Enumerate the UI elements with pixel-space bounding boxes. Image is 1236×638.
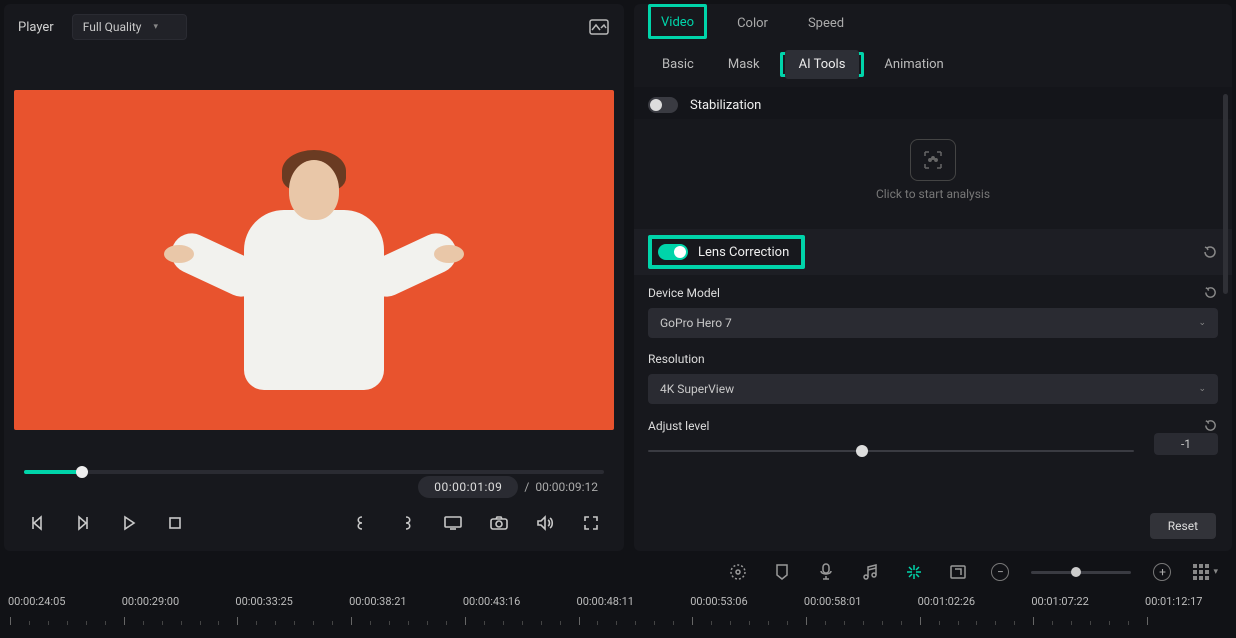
- ruler-time-label: 00:01:07:22: [1031, 595, 1088, 608]
- analysis-hint: Click to start analysis: [634, 187, 1232, 201]
- microphone-icon[interactable]: [815, 561, 837, 583]
- chevron-down-icon: ⌄: [1198, 318, 1206, 328]
- ruler-time-label: 00:00:33:25: [235, 595, 292, 608]
- display-icon[interactable]: [442, 512, 464, 534]
- adjust-reset-icon[interactable]: [1203, 418, 1218, 433]
- render-icon[interactable]: [903, 561, 925, 583]
- prev-frame-button[interactable]: [26, 512, 48, 534]
- camera-icon[interactable]: [488, 512, 510, 534]
- preview-figure: [174, 150, 454, 430]
- lens-correction-toggle[interactable]: [658, 244, 688, 260]
- adjust-level-value[interactable]: -1: [1154, 433, 1218, 455]
- reset-button[interactable]: Reset: [1150, 513, 1216, 539]
- player-controls: [4, 502, 624, 546]
- tab-mask[interactable]: Mask: [714, 50, 774, 79]
- grid-icon: [1193, 564, 1209, 580]
- ruler-time-label: 00:00:53:06: [690, 595, 747, 608]
- resolution-block: Resolution 4K SuperView ⌄: [634, 342, 1232, 408]
- tab-ai-tools[interactable]: AI Tools: [785, 50, 860, 79]
- ruler-time-label: 00:00:48:11: [577, 595, 634, 608]
- tab-speed[interactable]: Speed: [798, 4, 854, 41]
- lens-correction-label: Lens Correction: [698, 245, 789, 260]
- ruler-time-label: 00:01:02:26: [918, 595, 975, 608]
- quality-value: Full Quality: [83, 20, 142, 34]
- crop-icon[interactable]: [947, 561, 969, 583]
- ruler-time-label: 00:01:12:17: [1145, 595, 1202, 608]
- highlight-video-tab: Video: [648, 4, 707, 39]
- device-model-label: Device Model: [648, 286, 720, 300]
- chevron-down-icon: ⌄: [1198, 384, 1206, 394]
- zoom-slider[interactable]: [1031, 571, 1131, 574]
- music-icon[interactable]: [859, 561, 881, 583]
- mark-in-icon[interactable]: [350, 512, 372, 534]
- stabilization-row: Stabilization: [634, 87, 1232, 119]
- device-model-block: Device Model GoPro Hero 7 ⌄: [634, 275, 1232, 342]
- resolution-value: 4K SuperView: [660, 382, 734, 396]
- mark-out-icon[interactable]: [396, 512, 418, 534]
- layout-dropdown[interactable]: ▾: [1193, 564, 1218, 580]
- ruler-time-label: 00:00:24:05: [8, 595, 65, 608]
- properties-panel: Video Color Speed Basic Mask AI Tools An…: [634, 4, 1232, 551]
- player-panel: Player Full Quality ▾ 00:00:01:09: [4, 4, 624, 551]
- stabilization-toggle[interactable]: [648, 97, 678, 113]
- next-frame-button[interactable]: [72, 512, 94, 534]
- snapshot-icon[interactable]: [588, 16, 610, 38]
- stop-button[interactable]: [164, 512, 186, 534]
- total-time: 00:00:09:12: [535, 480, 598, 494]
- fullscreen-icon[interactable]: [580, 512, 602, 534]
- sub-tabs: Basic Mask AI Tools Animation: [634, 44, 1232, 87]
- current-time: 00:00:01:09: [418, 476, 518, 498]
- device-reset-icon[interactable]: [1203, 285, 1218, 300]
- analysis-placeholder[interactable]: Click to start analysis: [634, 119, 1232, 229]
- zoom-handle[interactable]: [1071, 567, 1081, 577]
- zoom-out-button[interactable]: −: [991, 563, 1009, 581]
- timeline-ruler[interactable]: 00:00:24:05 00:00:29:00 00:00:33:25 00:00:3…: [0, 589, 1236, 629]
- highlight-ai-tools: AI Tools: [780, 52, 865, 77]
- stabilization-label: Stabilization: [690, 98, 761, 113]
- play-button[interactable]: [118, 512, 140, 534]
- ruler-time-label: 00:00:29:00: [122, 595, 179, 608]
- adjust-level-label: Adjust level: [648, 419, 709, 433]
- highlight-lens-correction: Lens Correction: [648, 235, 805, 269]
- ruler-time-label: 00:00:38:21: [349, 595, 406, 608]
- tab-color[interactable]: Color: [727, 4, 778, 41]
- tab-video[interactable]: Video: [661, 15, 694, 30]
- video-preview[interactable]: [14, 90, 614, 430]
- lens-reset-icon[interactable]: [1202, 244, 1218, 260]
- progress-handle[interactable]: [76, 466, 88, 478]
- color-wheel-icon[interactable]: [727, 561, 749, 583]
- marker-icon[interactable]: [771, 561, 793, 583]
- player-label: Player: [18, 20, 54, 35]
- adjust-level-slider[interactable]: [648, 450, 1134, 452]
- ruler-time-label: 00:00:58:01: [804, 595, 861, 608]
- main-tabs: Video Color Speed: [634, 4, 1232, 44]
- device-model-select[interactable]: GoPro Hero 7 ⌄: [648, 308, 1218, 338]
- quality-dropdown[interactable]: Full Quality ▾: [72, 14, 187, 40]
- adjust-level-block: Adjust level -1: [634, 408, 1232, 459]
- slider-handle[interactable]: [856, 445, 868, 457]
- ruler-time-label: 00:00:43:16: [463, 595, 520, 608]
- timeline-toolbar: − + ▾: [0, 555, 1236, 589]
- lens-correction-row: Lens Correction: [634, 229, 1232, 275]
- chevron-down-icon: ▾: [1213, 567, 1218, 577]
- analysis-icon: [910, 139, 956, 181]
- resolution-select[interactable]: 4K SuperView ⌄: [648, 374, 1218, 404]
- tab-animation[interactable]: Animation: [870, 50, 957, 79]
- player-progress[interactable]: [24, 470, 604, 474]
- time-separator: /: [524, 480, 529, 494]
- player-top-bar: Player Full Quality ▾: [4, 4, 624, 50]
- chevron-down-icon: ▾: [154, 22, 159, 32]
- resolution-label: Resolution: [648, 352, 705, 366]
- device-model-value: GoPro Hero 7: [660, 316, 732, 330]
- panel-scrollbar[interactable]: [1223, 94, 1228, 504]
- volume-icon[interactable]: [534, 512, 556, 534]
- zoom-in-button[interactable]: +: [1153, 563, 1171, 581]
- tab-basic[interactable]: Basic: [648, 50, 708, 79]
